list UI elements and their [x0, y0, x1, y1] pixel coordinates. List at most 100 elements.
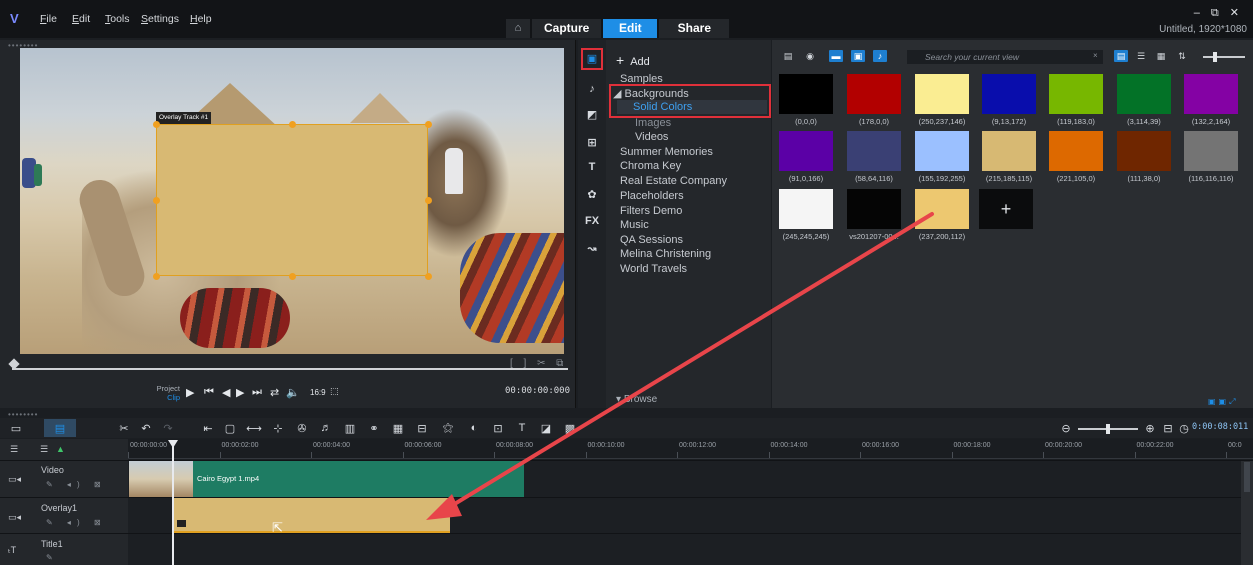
split-screen-icon[interactable]: ⊡ — [490, 422, 506, 435]
list-view-icon[interactable]: ☰ — [1134, 50, 1148, 62]
tree-item-videos[interactable]: Videos — [635, 131, 668, 143]
resize-handle[interactable] — [289, 121, 296, 128]
thumbnail-view-icon[interactable]: ▤ — [1114, 50, 1128, 62]
add-color-button[interactable]: + — [979, 189, 1033, 229]
track-controls[interactable]: ✎ ◂) ⊠ — [46, 480, 107, 489]
track-header[interactable] — [0, 534, 128, 565]
browse-button[interactable]: ▾ Browse — [606, 394, 771, 408]
color-swatch[interactable] — [1049, 74, 1103, 114]
chapter-menu-icon[interactable]: ☰ — [40, 444, 48, 455]
mask-creator-icon[interactable]: ◐ — [466, 422, 482, 434]
menu-tools[interactable]: Tools — [105, 13, 130, 25]
fit-to-window-icon[interactable]: ⊟ — [1160, 422, 1176, 435]
transition-icon[interactable]: ◩ — [585, 108, 599, 122]
end-icon[interactable]: ⏭ — [252, 386, 262, 399]
menu-edit[interactable]: Edit — [72, 13, 90, 25]
track-controls[interactable]: ✎ — [46, 553, 59, 562]
thumbnail-size-slider[interactable] — [1203, 56, 1245, 58]
zoom-out-icon[interactable]: ⊖ — [1058, 422, 1074, 435]
filter-icon[interactable]: FX — [585, 214, 599, 228]
tab-capture[interactable]: Capture — [532, 19, 602, 38]
audio-mixer-icon[interactable]: ♬ — [318, 422, 334, 434]
show-video-icon[interactable]: ▬ — [829, 50, 843, 62]
repeat-icon[interactable]: ⇄ — [270, 386, 279, 399]
overlay-color-box[interactable] — [156, 124, 428, 276]
home-icon[interactable]: ⏮ — [204, 386, 214, 399]
menu-help[interactable]: Help — [190, 13, 212, 25]
tree-item-filters-demo[interactable]: Filters Demo — [620, 205, 682, 217]
graphics-icon[interactable]: ✿ — [585, 188, 599, 202]
tree-item-world-travels[interactable]: World Travels — [620, 263, 687, 275]
fit-project-icon[interactable]: ⇤ — [200, 422, 216, 435]
undo-icon[interactable]: ↶ — [138, 422, 154, 435]
add-folder-button[interactable]: + Add — [616, 52, 650, 68]
path-icon[interactable]: ↝ — [585, 242, 599, 256]
tree-item-music[interactable]: Music — [620, 219, 649, 231]
add-marker-icon[interactable]: ▲ — [56, 444, 65, 454]
zoom-in-icon[interactable]: ⊕ — [1142, 422, 1158, 435]
timeline-scrollbar-thumb[interactable] — [1244, 462, 1250, 492]
resize-handle[interactable] — [153, 121, 160, 128]
color-swatch[interactable] — [847, 189, 901, 229]
volume-icon[interactable]: 🔈 — [286, 386, 300, 399]
search-input[interactable]: Search your current view — [907, 50, 1103, 64]
resize-handle[interactable] — [153, 197, 160, 204]
color-swatch[interactable] — [847, 131, 901, 171]
show-photo-icon[interactable]: ▣ — [851, 50, 865, 62]
clear-search-icon[interactable]: × — [1093, 51, 1098, 60]
multi-camera-icon[interactable]: ▦ — [390, 422, 406, 435]
playhead[interactable] — [172, 446, 174, 565]
color-swatch[interactable] — [1184, 74, 1238, 114]
home-tab-icon[interactable]: ⌂ — [506, 19, 530, 38]
subtitle-editor-icon[interactable]: ▢ — [222, 422, 238, 435]
instant-project-icon[interactable]: ♪ — [585, 82, 599, 96]
title-template-icon[interactable]: ⊞ — [585, 136, 599, 150]
tab-edit[interactable]: Edit — [603, 19, 658, 38]
tree-item-chroma-key[interactable]: Chroma Key — [620, 160, 681, 172]
preview-timecode[interactable]: 00:00:00:000 — [505, 386, 570, 396]
record-icon[interactable]: ◉ — [803, 50, 817, 62]
play-icon[interactable]: ▶ — [186, 386, 194, 399]
resize-handle[interactable] — [425, 197, 432, 204]
title-icon[interactable]: T — [585, 160, 599, 174]
color-swatch[interactable] — [982, 74, 1036, 114]
color-swatch[interactable] — [1184, 131, 1238, 171]
3d-title-icon[interactable]: ◪ — [538, 422, 554, 435]
timeline-zoom-knob[interactable] — [1106, 424, 1110, 434]
resize-handle[interactable] — [289, 273, 296, 280]
show-audio-icon[interactable]: ♪ — [873, 50, 887, 62]
project-clip-toggle[interactable]: Project Clip — [148, 384, 180, 402]
scrubber-bar[interactable] — [12, 368, 568, 370]
color-swatch[interactable] — [779, 74, 833, 114]
color-swatch[interactable] — [847, 74, 901, 114]
motion-icon[interactable]: ✇ — [294, 422, 310, 435]
previous-frame-icon[interactable]: ◀ — [222, 386, 230, 399]
auto-music-icon[interactable]: ▥ — [342, 422, 358, 435]
trim-markers-icon[interactable]: [ ] ✂ ⧉ — [510, 358, 567, 369]
next-frame-icon[interactable]: ▶ — [236, 386, 244, 399]
media-library-icon[interactable]: ▣ — [581, 48, 603, 70]
color-swatch[interactable] — [779, 189, 833, 229]
tree-item-summer-memories[interactable]: Summer Memories — [620, 146, 713, 158]
painting-icon[interactable]: ⚝ — [440, 422, 456, 435]
color-swatch[interactable] — [1049, 131, 1103, 171]
timeline-view-icon[interactable]: ▤ — [52, 422, 68, 435]
tree-item-real-estate-company[interactable]: Real Estate Company — [620, 175, 727, 187]
stop-motion-icon[interactable]: ▩ — [562, 422, 578, 435]
track-lane[interactable] — [128, 534, 1241, 565]
view-options-icon[interactable]: ▣▣⤢ — [1208, 397, 1239, 407]
menu-settings[interactable]: Settings — [141, 13, 179, 25]
color-swatch[interactable] — [1117, 74, 1171, 114]
color-swatch[interactable] — [1117, 131, 1171, 171]
crop-icon[interactable]: ⬚ — [330, 386, 339, 397]
import-folder-icon[interactable]: ▤ — [781, 50, 795, 62]
timeline-timecode[interactable]: 0:00:08:011 — [1192, 422, 1248, 432]
resize-handle[interactable] — [425, 273, 432, 280]
video-preview[interactable]: Overlay Track #1 — [20, 48, 564, 354]
storyboard-view-icon[interactable]: ▭ — [8, 422, 24, 435]
tree-item-placeholders[interactable]: Placeholders — [620, 190, 684, 202]
tree-item-qa-sessions[interactable]: QA Sessions — [620, 234, 683, 246]
menu-file[interactable]: File — [40, 13, 57, 25]
color-swatch[interactable] — [779, 131, 833, 171]
tab-share[interactable]: Share — [659, 19, 730, 38]
